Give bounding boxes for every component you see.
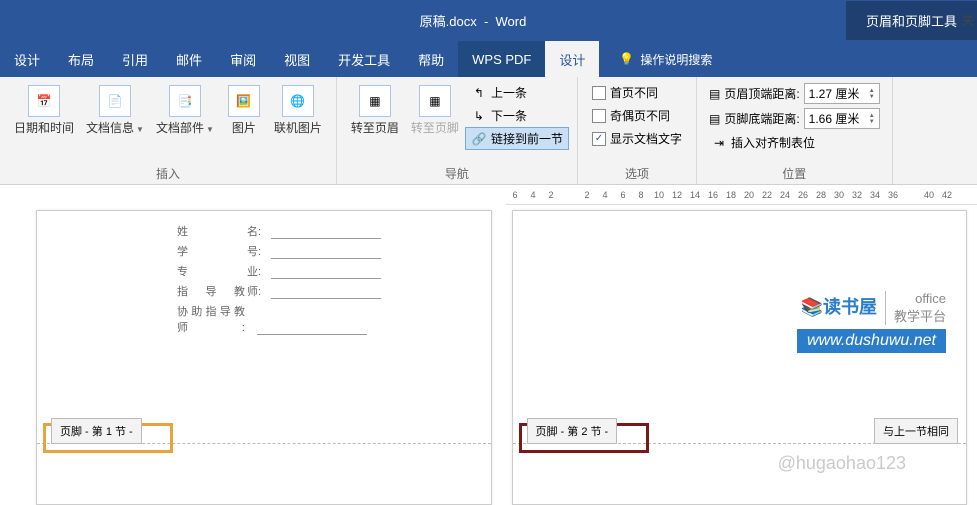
form-field: 协助指导教师: bbox=[177, 301, 491, 337]
goto-footer-button[interactable]: ▦转至页脚 bbox=[405, 81, 465, 139]
page-1[interactable]: 姓名:学号:专业:指 导 教师:协助指导教师: 页脚 - 第 1 节 - bbox=[36, 210, 492, 505]
checkbox-icon bbox=[592, 109, 606, 123]
tab-layout[interactable]: 布局 bbox=[54, 41, 108, 77]
ghost-watermark: @hugaohao123 bbox=[778, 453, 906, 474]
previous-button[interactable]: ↰上一条 bbox=[465, 81, 569, 104]
show-text-checkbox[interactable]: ✓显示文档文字 bbox=[586, 127, 688, 150]
header-dist-icon: ▤ bbox=[709, 87, 720, 101]
watermark: 📚读书屋office 教学平台 www.dushuwu.net bbox=[797, 291, 946, 353]
prev-icon: ↰ bbox=[471, 85, 487, 101]
title-bar: 原稿.docx - Word 页眉和页脚工具 bbox=[0, 0, 977, 41]
parts-icon: 📑 bbox=[169, 85, 201, 117]
goto-header-button[interactable]: ▦转至页眉 bbox=[345, 81, 405, 139]
group-insert: 📅日期和时间 📄文档信息▼ 📑文档部件▼ 🖼️图片 🌐联机图片 插入 bbox=[0, 77, 337, 184]
insert-align-tab-button[interactable]: ⇥插入对齐制表位 bbox=[705, 131, 884, 154]
group-insert-label: 插入 bbox=[8, 163, 328, 182]
form-field: 指 导 教师: bbox=[177, 281, 491, 301]
footer-bottom-distance[interactable]: ▤页脚底端距离:1.66 厘米▲▼ bbox=[705, 106, 884, 131]
tab-help[interactable]: 帮助 bbox=[404, 41, 458, 77]
docinfo-icon: 📄 bbox=[99, 85, 131, 117]
form-field: 姓名: bbox=[177, 221, 491, 241]
group-options-label: 选项 bbox=[586, 163, 688, 182]
tab-view[interactable]: 视图 bbox=[270, 41, 324, 77]
group-nav-label: 导航 bbox=[345, 163, 569, 182]
checkbox-icon bbox=[592, 86, 606, 100]
contextual-tools-label: 页眉和页脚工具 bbox=[846, 1, 977, 40]
tab-developer[interactable]: 开发工具 bbox=[324, 41, 404, 77]
quick-parts-button[interactable]: 📑文档部件▼ bbox=[150, 81, 220, 141]
next-icon: ↳ bbox=[471, 108, 487, 124]
tab-review[interactable]: 审阅 bbox=[216, 41, 270, 77]
tell-me-search[interactable]: 💡 操作说明搜索 bbox=[619, 41, 712, 77]
tab-design[interactable]: 设计 bbox=[0, 41, 54, 77]
tab-header-footer-design[interactable]: 设计 bbox=[545, 41, 599, 77]
footer-section-2-label: 页脚 - 第 2 节 - bbox=[527, 418, 618, 444]
checkbox-checked-icon: ✓ bbox=[592, 132, 606, 146]
tab-references[interactable]: 引用 bbox=[108, 41, 162, 77]
next-button[interactable]: ↳下一条 bbox=[465, 104, 569, 127]
link-icon: 🔗 bbox=[471, 131, 487, 147]
tab-wps-pdf[interactable]: WPS PDF bbox=[458, 41, 545, 77]
picture-icon: 🖼️ bbox=[228, 85, 260, 117]
online-pic-icon: 🌐 bbox=[282, 85, 314, 117]
ribbon-tabs: 设计 布局 引用 邮件 审阅 视图 开发工具 帮助 WPS PDF 设计 💡 操… bbox=[0, 41, 977, 77]
group-position: ▤页眉顶端距离:1.27 厘米▲▼ ▤页脚底端距离:1.66 厘米▲▼ ⇥插入对… bbox=[697, 77, 893, 184]
group-navigation: ▦转至页眉 ▦转至页脚 ↰上一条 ↳下一条 🔗链接到前一节 导航 bbox=[337, 77, 578, 184]
group-options: 首页不同 奇偶页不同 ✓显示文档文字 选项 bbox=[578, 77, 697, 184]
link-previous-button[interactable]: 🔗链接到前一节 bbox=[465, 127, 569, 150]
pictures-button[interactable]: 🖼️图片 bbox=[220, 81, 268, 139]
online-pictures-button[interactable]: 🌐联机图片 bbox=[268, 81, 328, 139]
header-top-distance[interactable]: ▤页眉顶端距离:1.27 厘米▲▼ bbox=[705, 81, 884, 106]
date-time-button[interactable]: 📅日期和时间 bbox=[8, 81, 80, 139]
footer-section-1-label: 页脚 - 第 1 节 - bbox=[51, 418, 142, 444]
tab-icon: ⇥ bbox=[711, 135, 727, 151]
diff-odd-checkbox[interactable]: 奇偶页不同 bbox=[586, 104, 688, 127]
form-field: 学号: bbox=[177, 241, 491, 261]
calendar-icon: 📅 bbox=[28, 85, 60, 117]
doc-info-button[interactable]: 📄文档信息▼ bbox=[80, 81, 150, 141]
close-header-footer-button[interactable]: 关 bbox=[959, 10, 977, 29]
goto-header-icon: ▦ bbox=[359, 85, 391, 117]
group-position-label: 位置 bbox=[705, 163, 884, 182]
document-canvas: 642246810121416182022242628303234364042 … bbox=[0, 185, 977, 505]
window-title: 原稿.docx - Word bbox=[0, 11, 846, 30]
horizontal-ruler[interactable]: 642246810121416182022242628303234364042 bbox=[506, 185, 977, 205]
diff-first-checkbox[interactable]: 首页不同 bbox=[586, 81, 688, 104]
same-as-previous-label: 与上一节相同 bbox=[874, 418, 958, 444]
search-placeholder: 操作说明搜索 bbox=[640, 51, 712, 68]
ribbon: 📅日期和时间 📄文档信息▼ 📑文档部件▼ 🖼️图片 🌐联机图片 插入 ▦转至页眉… bbox=[0, 77, 977, 185]
tab-mailings[interactable]: 邮件 bbox=[162, 41, 216, 77]
page-2[interactable]: 📚读书屋office 教学平台 www.dushuwu.net 页脚 - 第 2… bbox=[512, 210, 968, 505]
form-field: 专业: bbox=[177, 261, 491, 281]
bulb-icon: 💡 bbox=[619, 52, 634, 66]
goto-footer-icon: ▦ bbox=[419, 85, 451, 117]
footer-dist-icon: ▤ bbox=[709, 112, 720, 126]
